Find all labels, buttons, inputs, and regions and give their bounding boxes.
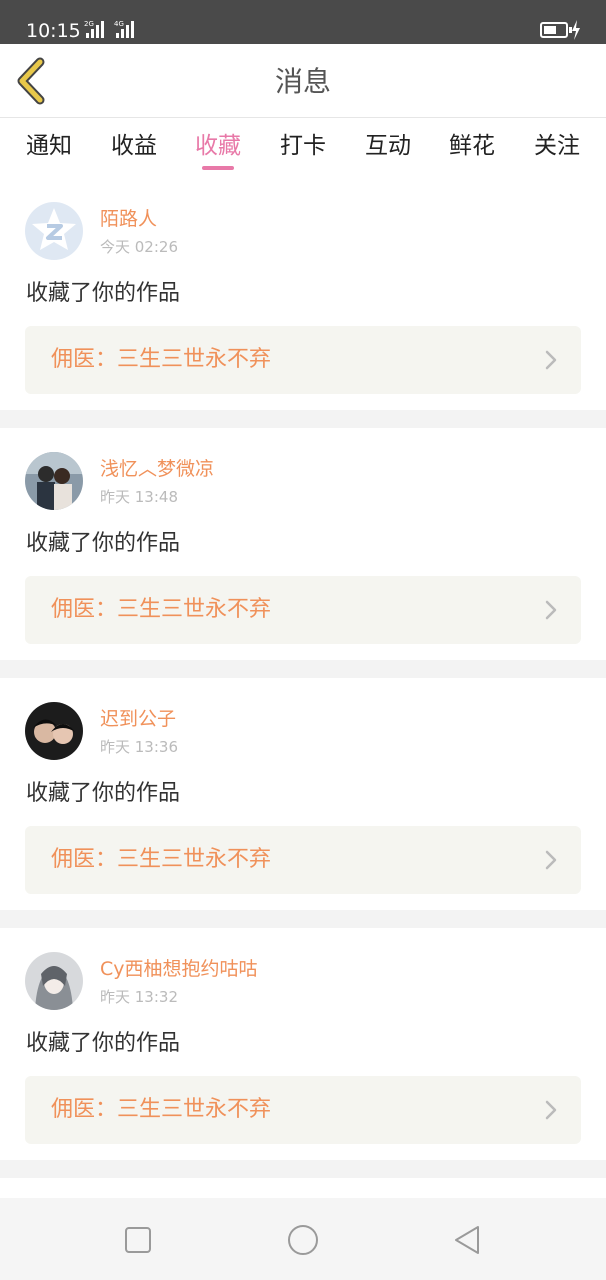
message-time: 昨天 13:32	[100, 988, 178, 1006]
header: 消息	[0, 44, 606, 118]
back-triangle-icon[interactable]	[450, 1222, 486, 1258]
message-action: 收藏了你的作品	[26, 781, 181, 806]
active-tab-indicator	[202, 166, 234, 170]
tab-follow[interactable]: 关注	[522, 130, 592, 162]
tab-earnings[interactable]: 收益	[99, 130, 169, 162]
message-action: 收藏了你的作品	[26, 281, 181, 306]
message-action: 收藏了你的作品	[26, 1031, 181, 1056]
user-name[interactable]: Cy西柚想抱约咕咕	[100, 956, 258, 982]
avatar[interactable]	[25, 952, 83, 1010]
divider	[0, 660, 606, 678]
tab-checkin[interactable]: 打卡	[268, 130, 338, 162]
chevron-right-icon	[545, 1100, 557, 1120]
tab-notifications[interactable]: 通知	[14, 130, 84, 162]
tab-bar: 通知 收益 收藏 打卡 互动 鲜花 关注	[0, 118, 606, 178]
avatar[interactable]	[25, 702, 83, 760]
tab-flowers[interactable]: 鲜花	[437, 130, 507, 162]
message-action: 收藏了你的作品	[26, 531, 181, 556]
avatar[interactable]	[25, 452, 83, 510]
home-circle-icon[interactable]	[285, 1222, 321, 1258]
chevron-right-icon	[545, 600, 557, 620]
divider	[0, 910, 606, 928]
work-link[interactable]: 佣医：三生三世永不弃	[25, 576, 581, 644]
tab-interaction[interactable]: 互动	[353, 130, 423, 162]
message-time: 昨天 13:36	[100, 738, 178, 756]
message-time: 今天 02:26	[100, 238, 178, 256]
work-title: 佣医：三生三世永不弃	[51, 347, 272, 372]
tab-favorites[interactable]: 收藏	[183, 130, 253, 162]
avatar[interactable]	[25, 202, 83, 260]
system-nav-bar	[0, 1198, 606, 1280]
work-link[interactable]: 佣医：三生三世永不弃	[25, 1076, 581, 1144]
page-title: 消息	[274, 65, 331, 98]
list-item: 陌路人 今天 02:26 收藏了你的作品 佣医：三生三世永不弃	[0, 178, 606, 410]
user-name[interactable]: 浅忆︿梦微凉	[100, 456, 214, 482]
work-title: 佣医：三生三世永不弃	[51, 597, 272, 622]
work-link[interactable]: 佣医：三生三世永不弃	[25, 826, 581, 894]
work-title: 佣医：三生三世永不弃	[51, 1097, 272, 1122]
message-list: 陌路人 今天 02:26 收藏了你的作品 佣医：三生三世永不弃 浅忆︿梦微凉 昨…	[0, 178, 606, 1178]
list-item: 迟到公子 昨天 13:36 收藏了你的作品 佣医：三生三世永不弃	[0, 678, 606, 910]
status-time: 10:15	[26, 20, 81, 42]
recent-apps-square-icon[interactable]	[120, 1222, 156, 1258]
work-title: 佣医：三生三世永不弃	[51, 847, 272, 872]
user-name[interactable]: 陌路人	[100, 206, 157, 232]
list-item: 浅忆︿梦微凉 昨天 13:48 收藏了你的作品 佣医：三生三世永不弃	[0, 428, 606, 660]
list-item: Cy西柚想抱约咕咕 昨天 13:32 收藏了你的作品 佣医：三生三世永不弃	[0, 928, 606, 1160]
chevron-right-icon	[545, 350, 557, 370]
user-name[interactable]: 迟到公子	[100, 706, 176, 732]
message-time: 昨天 13:48	[100, 488, 178, 506]
charging-icon	[572, 20, 580, 40]
chevron-right-icon	[545, 850, 557, 870]
work-link[interactable]: 佣医：三生三世永不弃	[25, 326, 581, 394]
divider	[0, 410, 606, 428]
status-bar: 10:15 2G 4G	[0, 0, 606, 44]
battery-icon	[540, 22, 572, 38]
divider	[0, 1160, 606, 1178]
